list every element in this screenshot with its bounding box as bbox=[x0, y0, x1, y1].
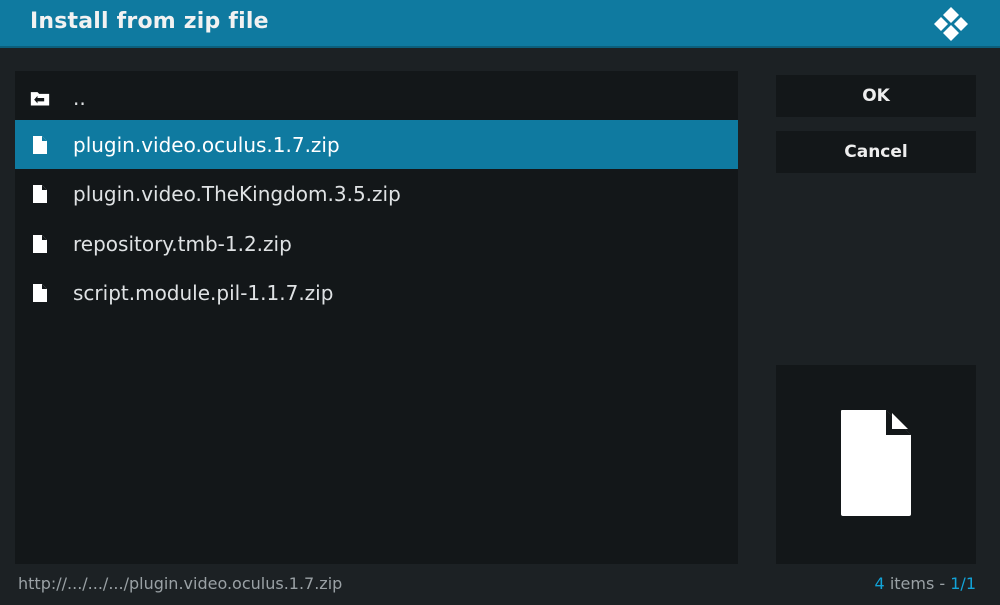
list-item-file-selected[interactable]: plugin.video.oculus.1.7.zip bbox=[15, 120, 738, 169]
list-item-label: repository.tmb-1.2.zip bbox=[73, 231, 292, 256]
file-list: .. plugin.video.oculus.1.7.zip plugin.vi… bbox=[15, 71, 738, 564]
file-icon bbox=[30, 135, 50, 155]
file-icon bbox=[30, 283, 50, 303]
dialog-header: Install from zip file bbox=[0, 0, 1000, 48]
list-item-label: plugin.video.TheKingdom.3.5.zip bbox=[73, 181, 401, 206]
list-item-file[interactable]: script.module.pil-1.1.7.zip bbox=[15, 268, 738, 317]
item-count: 4 bbox=[874, 574, 885, 593]
list-item-parent-folder[interactable]: .. bbox=[15, 73, 738, 122]
dialog-title: Install from zip file bbox=[30, 9, 269, 34]
install-from-zip-dialog: Install from zip file .. plugin.video.oc… bbox=[0, 0, 1000, 605]
list-item-file[interactable]: plugin.video.TheKingdom.3.5.zip bbox=[15, 169, 738, 218]
selected-file-path: http://.../.../.../plugin.video.oculus.1… bbox=[18, 574, 343, 593]
file-icon bbox=[30, 184, 50, 204]
item-count-status: 4 items - 1/1 bbox=[875, 574, 976, 593]
list-item-label: .. bbox=[73, 85, 86, 110]
cancel-button[interactable]: Cancel bbox=[776, 131, 976, 173]
file-icon bbox=[30, 234, 50, 254]
folder-back-icon bbox=[30, 88, 50, 108]
items-word: items - bbox=[884, 574, 951, 593]
list-item-label: plugin.video.oculus.1.7.zip bbox=[73, 132, 340, 157]
list-item-label: script.module.pil-1.1.7.zip bbox=[73, 280, 334, 305]
kodi-logo-icon bbox=[932, 5, 970, 43]
file-icon bbox=[840, 409, 912, 521]
page-indicator: 1/1 bbox=[950, 574, 976, 593]
file-preview bbox=[776, 365, 976, 564]
list-item-file[interactable]: repository.tmb-1.2.zip bbox=[15, 219, 738, 268]
ok-button[interactable]: OK bbox=[776, 75, 976, 117]
